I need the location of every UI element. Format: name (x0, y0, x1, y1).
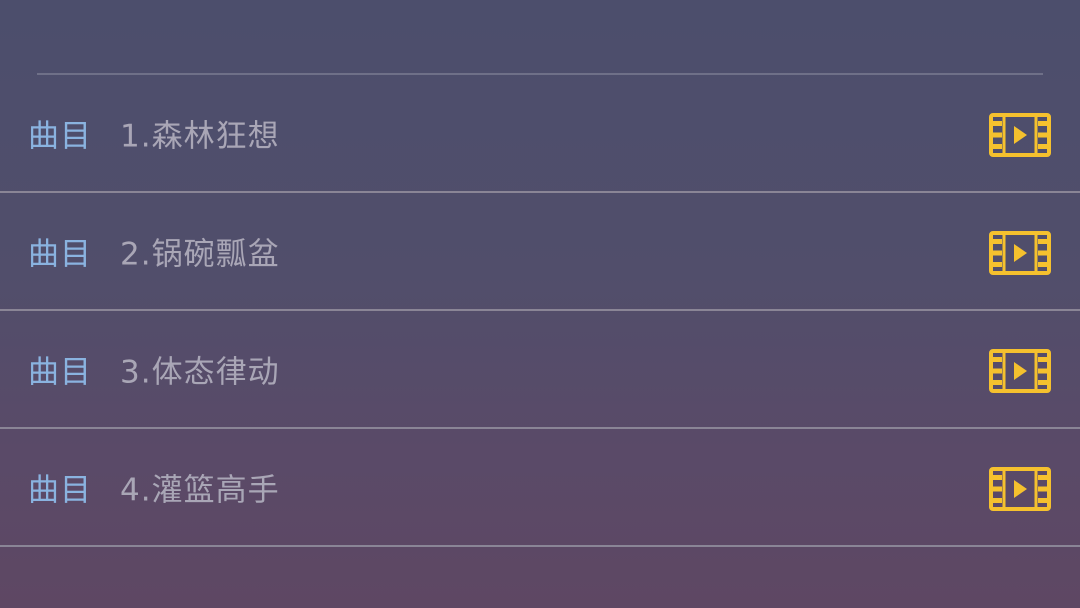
video-play-icon[interactable] (989, 349, 1051, 393)
track-tag: 曲目 (28, 236, 92, 273)
track-tag: 曲目 (28, 118, 92, 155)
track-row-3[interactable]: 曲目 3.体态律动 (0, 311, 1080, 429)
video-play-icon[interactable] (989, 467, 1051, 511)
track-title: 3.体态律动 (120, 354, 280, 391)
track-title: 1.森林狂想 (120, 118, 280, 155)
track-row-2[interactable]: 曲目 2.锅碗瓢盆 (0, 193, 1080, 311)
track-tag: 曲目 (28, 354, 92, 391)
video-play-icon[interactable] (989, 113, 1051, 157)
video-play-icon[interactable] (989, 231, 1051, 275)
track-title: 2.锅碗瓢盆 (120, 236, 280, 273)
track-list: 曲目 1.森林狂想 曲目 2.锅碗瓢盆 曲目 3.体态律动 曲目 4.灌篮高手 (0, 75, 1080, 547)
track-title: 4.灌篮高手 (120, 472, 280, 509)
track-row-1[interactable]: 曲目 1.森林狂想 (0, 75, 1080, 193)
track-tag: 曲目 (28, 472, 92, 509)
track-row-4[interactable]: 曲目 4.灌篮高手 (0, 429, 1080, 547)
